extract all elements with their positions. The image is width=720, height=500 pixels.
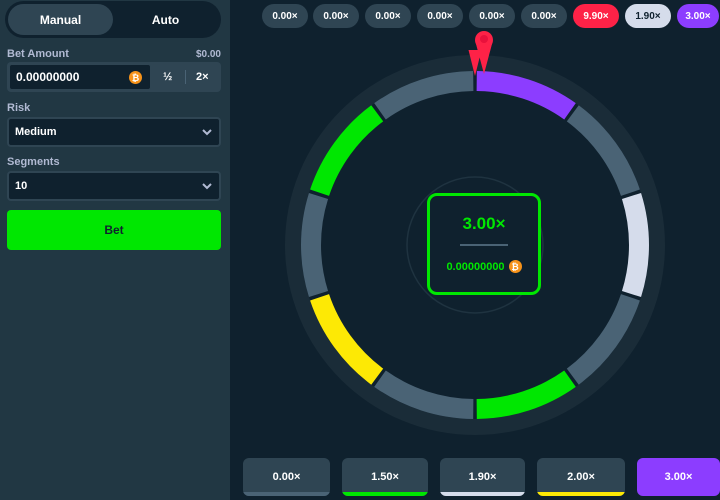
multiplier-button[interactable]: 1.90× [440,458,525,496]
chevron-down-icon [202,183,212,190]
bitcoin-icon: ₿ [508,260,522,273]
wheel-segment-gray [301,192,329,298]
risk-value: Medium [15,126,57,138]
tab-manual[interactable]: Manual [8,4,113,35]
history-pill[interactable]: 0.00× [365,4,411,28]
multiplier-color-bar [440,492,525,496]
divider [460,244,508,246]
bet-amount-usd: $0.00 [195,49,221,60]
tab-auto[interactable]: Auto [113,4,218,35]
mode-toggle: Manual Auto [5,1,221,38]
bet-panel: Manual Auto Bet Amount $0.00 ₿ ½ 2× Risk… [0,0,230,500]
multiplier-label: 1.90× [468,471,497,483]
double-bet-button[interactable]: 2× [186,64,220,90]
chevron-down-icon [202,129,212,136]
history-pill[interactable]: 1.90× [625,4,671,28]
multiplier-label: 2.00× [567,471,595,483]
history-pill[interactable]: 3.00× [677,4,719,28]
multiplier-color-bar [537,492,625,496]
multiplier-label: 3.00× [664,471,693,483]
bet-amount-group: ₿ ½ 2× [7,62,221,92]
history-pill[interactable]: 0.00× [469,4,515,28]
multiplier-button[interactable]: 3.00× [637,458,720,496]
result-multiplier: 3.00× [462,214,506,233]
history-pill[interactable]: 0.00× [521,4,567,28]
bet-amount-input[interactable] [16,70,126,84]
history-pill[interactable]: 9.90× [573,4,619,28]
half-bet-button[interactable]: ½ [151,64,185,90]
multiplier-color-bar [342,492,428,496]
multiplier-button[interactable]: 0.00× [243,458,330,496]
pointer-icon [475,31,493,74]
history-pill[interactable]: 0.00× [313,4,359,28]
multiplier-button[interactable]: 2.00× [537,458,625,496]
segments-value: 10 [15,180,28,192]
segments-select[interactable]: 10 [7,171,221,201]
history-pill[interactable]: 0.00× [417,4,463,28]
history-pill[interactable]: 0.00× [262,4,308,28]
wheel-segment-white [621,192,649,298]
risk-label: Risk [7,102,31,114]
multiplier-label: 0.00× [272,471,301,483]
multiplier-color-bar [243,492,330,496]
segments-label: Segments [7,156,60,168]
multiplier-label: 1.50× [371,471,399,483]
multiplier-button[interactable]: 1.50× [342,458,428,496]
result-card: 3.00× 0.00000000 ₿ [427,193,541,295]
bet-amount-label: Bet Amount [7,48,69,60]
bitcoin-icon: ₿ [129,71,142,84]
result-payout-row: 0.00000000 ₿ [430,260,538,273]
bet-button[interactable]: Bet [7,210,221,250]
bet-amount-field: ₿ [9,64,151,90]
risk-select[interactable]: Medium [7,117,221,147]
result-payout: 0.00000000 [446,260,505,273]
